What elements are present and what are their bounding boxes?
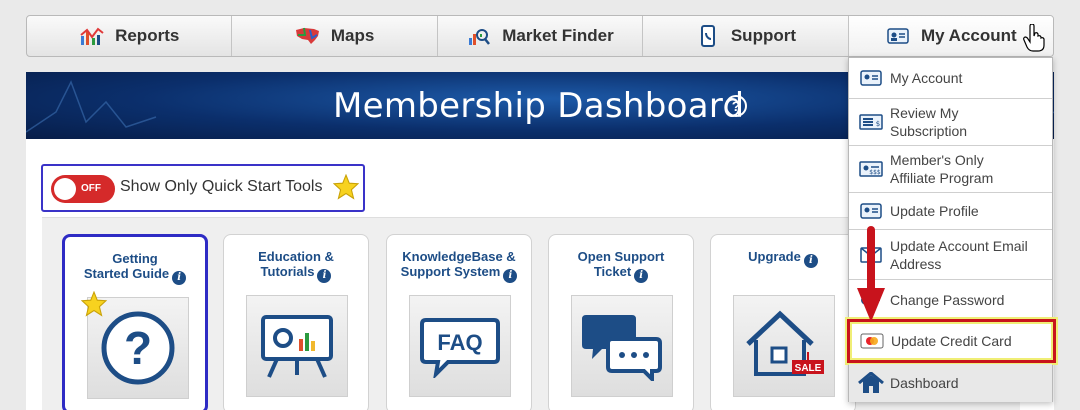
nav-market-finder-label: Market Finder	[502, 26, 614, 45]
svg-text:$: $	[876, 120, 880, 128]
dropdown-item-label: Member's Only Affiliate Program	[890, 152, 994, 186]
reports-chart-icon	[79, 25, 105, 47]
tile-image: FAQ	[409, 295, 511, 397]
svg-text:FAQ: FAQ	[437, 330, 482, 355]
credit-card-icon	[859, 333, 885, 349]
tile-education-tutorials[interactable]: Education & Tutorials i	[223, 234, 369, 410]
info-icon[interactable]: i	[172, 270, 187, 285]
svg-text:SALE: SALE	[795, 363, 822, 374]
tile-title: KnowledgeBase & Support System i	[400, 249, 518, 283]
tile-title: Upgrade i	[711, 249, 855, 268]
nav-market-finder[interactable]: Market Finder	[438, 16, 644, 56]
id-card-icon	[858, 70, 884, 86]
quick-start-toggle[interactable]: OFF	[51, 175, 115, 203]
star-icon	[333, 174, 359, 200]
tile-image	[246, 295, 348, 397]
usa-map-icon	[295, 25, 321, 47]
affiliate-card-icon: $$$	[858, 161, 884, 177]
question-circle-icon[interactable]: ?	[725, 95, 747, 117]
chat-bubbles-icon	[582, 315, 662, 381]
tile-getting-started[interactable]: Getting Started Guide i ?	[62, 234, 208, 410]
tile-title: Getting Started Guide i	[65, 251, 205, 285]
dropdown-item-label: Update Account Email Address	[890, 237, 1028, 272]
tile-title: Open Support Ticket i	[577, 249, 665, 283]
tile-image: SALE	[733, 295, 835, 397]
info-icon[interactable]: i	[503, 268, 518, 283]
dropdown-item-review-subscription[interactable]: $ Review My Subscription	[849, 99, 1052, 146]
dropdown-item-my-account[interactable]: My Account	[849, 58, 1052, 99]
info-icon[interactable]: i	[317, 268, 332, 283]
house-sale-icon: SALE	[746, 310, 824, 376]
nav-maps-label: Maps	[330, 26, 375, 45]
faq-bubble-icon: FAQ	[420, 318, 500, 378]
house-icon	[858, 372, 884, 394]
subscription-list-icon: $	[858, 114, 884, 130]
svg-text:?: ?	[124, 322, 152, 374]
red-arrow-icon	[857, 226, 885, 322]
nav-support-label: Support	[730, 26, 796, 45]
tile-image	[571, 295, 673, 397]
dropdown-item-label: Update Credit Card	[891, 333, 1012, 349]
tile-knowledgebase[interactable]: KnowledgeBase & Support System i FAQ	[386, 234, 532, 410]
tile-open-support-ticket[interactable]: Open Support Ticket i	[548, 234, 694, 410]
tile-upgrade[interactable]: Upgrade i SALE	[710, 234, 856, 410]
info-icon[interactable]: i	[634, 268, 649, 283]
dropdown-item-update-profile[interactable]: Update Profile	[849, 193, 1052, 230]
nav-support[interactable]: Support	[643, 16, 849, 56]
nav-my-account-label: My Account	[920, 26, 1017, 45]
toggle-state-label: OFF	[81, 183, 101, 194]
market-finder-icon	[466, 25, 492, 47]
nav-reports[interactable]: Reports	[27, 16, 233, 56]
svg-text:$$$: $$$	[869, 169, 881, 176]
quick-start-label: Show Only Quick Start Tools	[120, 178, 323, 195]
dropdown-item-label: Change Password	[890, 291, 1005, 308]
nav-maps[interactable]: Maps	[232, 16, 438, 56]
dropdown-item-label: My Account	[890, 70, 963, 86]
presentation-board-icon	[261, 315, 333, 378]
top-nav: Reports Maps Market Finder Support My Ac…	[26, 15, 1054, 57]
dropdown-item-affiliate-program[interactable]: $$$ Member's Only Affiliate Program	[849, 146, 1052, 193]
dropdown-item-dashboard[interactable]: Dashboard	[849, 364, 1052, 402]
question-mark-icon: ?	[101, 311, 175, 385]
star-icon	[81, 291, 107, 317]
toggle-knob	[54, 178, 76, 200]
nav-reports-label: Reports	[115, 26, 180, 45]
id-card-icon	[858, 203, 884, 219]
hand-cursor-icon	[1023, 24, 1045, 52]
dropdown-item-label: Review My Subscription	[890, 105, 968, 139]
dropdown-item-label: Update Profile	[890, 203, 979, 219]
page-title: Membership Dashboard	[333, 86, 745, 126]
phone-icon	[695, 25, 721, 47]
dropdown-item-label: Dashboard	[890, 375, 959, 391]
quick-start-filter: OFF Show Only Quick Start Tools	[41, 164, 365, 212]
info-icon[interactable]: i	[803, 253, 818, 268]
id-card-icon	[885, 25, 911, 47]
tile-title: Education & Tutorials i	[258, 249, 334, 283]
